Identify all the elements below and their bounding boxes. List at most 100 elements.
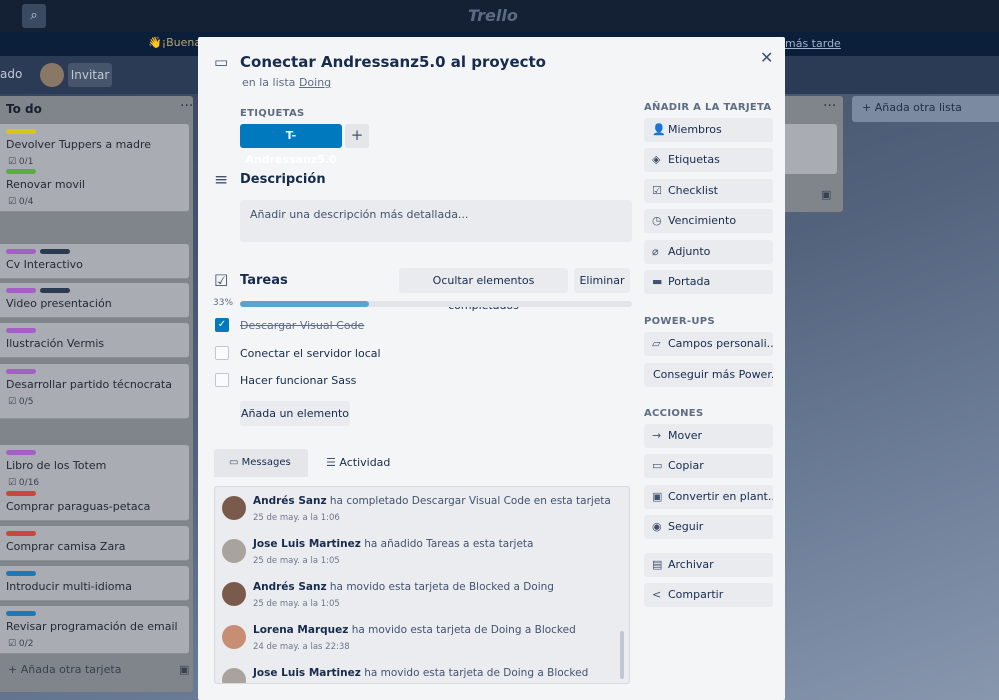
checklist-item[interactable]: Hacer funcionar Sass — [240, 374, 356, 387]
avatar[interactable] — [222, 668, 246, 683]
list-card[interactable]: Renovar movil ☑ 0/4 — [0, 164, 189, 212]
card-title: Comprar paraguas-petaca — [6, 500, 151, 513]
card-template-icon[interactable]: ▣ — [179, 663, 189, 676]
list-card[interactable]: Desarrollar partido técnocrata ☑ 0/5 — [0, 364, 189, 419]
attachment-button[interactable]: ⌀ Adjunto — [644, 240, 773, 264]
checklist-progress-label: 33% — [213, 298, 234, 308]
activity-text: Andrés Sanz ha completado Descargar Visu… — [253, 495, 611, 507]
member-avatar[interactable] — [40, 63, 64, 87]
list-card[interactable] — [785, 124, 837, 174]
hide-completed-button[interactable]: Ocultar elementos completados — [399, 268, 568, 312]
card-title: Revisar programación de email — [6, 620, 178, 633]
card-label-tag[interactable]: T- Andressanz5.0 — [240, 124, 342, 166]
avatar[interactable] — [222, 582, 246, 606]
card-template-icon[interactable]: ▣ — [821, 188, 831, 201]
activity-user[interactable]: Jose Luis Martinez — [253, 667, 361, 679]
feed-scrollbar[interactable] — [620, 631, 624, 679]
cover-button[interactable]: ▬ Portada — [644, 270, 773, 294]
list-card[interactable]: Revisar programación de email ☑ 0/2 — [0, 606, 189, 654]
list-menu-icon[interactable]: ··· — [180, 98, 193, 114]
top-bar: ⌕ Trello — [0, 0, 999, 32]
banner-link[interactable]: más tarde — [785, 37, 841, 50]
activity-user[interactable]: Jose Luis Martinez — [253, 538, 361, 550]
card-label — [6, 571, 36, 576]
invite-button[interactable]: Invitar — [68, 63, 112, 87]
list-link[interactable]: Doing — [299, 76, 331, 89]
members-button[interactable]: 👤 Miembros — [644, 118, 773, 142]
close-icon[interactable]: ✕ — [760, 48, 773, 67]
activity-user[interactable]: Andrés Sanz — [253, 495, 327, 507]
card-title[interactable]: Conectar Andressanz5.0 al proyecto — [240, 53, 546, 71]
checklist-icon: ☑ — [652, 184, 662, 197]
avatar[interactable] — [222, 625, 246, 649]
tab-messages[interactable]: ▭ Messages — [214, 449, 308, 477]
checklist-checkbox[interactable] — [215, 373, 229, 387]
checklist-checkbox[interactable] — [215, 346, 229, 360]
template-icon: ▣ — [652, 490, 663, 503]
activity-user[interactable]: Andrés Sanz — [253, 581, 327, 593]
share-icon: < — [652, 588, 662, 601]
add-list-button[interactable]: + Añada otra lista — [852, 96, 999, 122]
list-card[interactable]: Video presentación — [0, 283, 189, 318]
move-button[interactable]: → Mover — [644, 424, 773, 448]
activity-action: ha movido esta tarjeta de Blocked a Doin… — [329, 581, 554, 593]
checklist-item[interactable]: Conectar el servidor local — [240, 347, 381, 360]
search-icon[interactable]: ⌕ — [22, 4, 46, 28]
list-card[interactable]: Comprar camisa Zara — [0, 526, 189, 561]
tab-activity[interactable]: ☰ Actividad — [320, 449, 404, 477]
checklist-checkbox[interactable]: ✓ — [215, 318, 229, 332]
activity-feed[interactable]: Andrés Sanz ha completado Descargar Visu… — [214, 486, 630, 684]
board-header-text: ado — [0, 67, 23, 81]
list-title[interactable]: To do — [6, 102, 42, 116]
card-title: Renovar movil — [6, 178, 85, 191]
labels-button[interactable]: ◈ Etiquetas — [644, 148, 773, 172]
make-template-button[interactable]: ▣ Convertir en plant... — [644, 485, 773, 509]
description-heading: Descripción — [240, 172, 326, 187]
list-card[interactable]: Comprar paraguas-petaca — [0, 486, 189, 521]
checklist-item[interactable]: Descargar Visual Code — [240, 319, 364, 332]
activity-text: Jose Luis Martinez ha movido esta tarjet… — [253, 667, 588, 679]
activity-entry: Jose Luis Martinez ha añadido Tareas a e… — [215, 538, 615, 578]
activity-action: ha completado Descargar Visual Code en e… — [329, 495, 611, 507]
avatar[interactable] — [222, 496, 246, 520]
actions-heading: ACCIONES — [644, 408, 704, 419]
list-card[interactable]: Ilustración Vermis — [0, 323, 189, 358]
card-title: Video presentación — [6, 297, 112, 310]
delete-checklist-button[interactable]: Eliminar — [574, 268, 630, 293]
card-label — [40, 249, 70, 254]
list-card[interactable]: Introducir multi-idioma — [0, 566, 189, 601]
activity-entry: Jose Luis Martinez ha movido esta tarjet… — [215, 667, 615, 683]
activity-timestamp[interactable]: 25 de may. a la 1:05 — [253, 556, 340, 566]
list-card[interactable]: Cv Interactivo — [0, 244, 189, 279]
share-button[interactable]: < Compartir — [644, 583, 773, 607]
avatar[interactable] — [222, 539, 246, 563]
card-label — [6, 531, 36, 536]
activity-user[interactable]: Lorena Marquez — [253, 624, 348, 636]
copy-button[interactable]: ▭ Copiar — [644, 454, 773, 478]
clock-icon: ◷ — [652, 214, 662, 227]
activity-text: Lorena Marquez ha movido esta tarjeta de… — [253, 624, 576, 636]
card-checklist-badge: ☑ 0/5 — [8, 397, 34, 407]
checklist-button[interactable]: ☑ Checklist — [644, 179, 773, 203]
watch-button[interactable]: ◉ Seguir — [644, 515, 773, 539]
activity-timestamp[interactable]: 25 de may. a la 1:05 — [253, 599, 340, 609]
activity-timestamp[interactable]: 24 de may. a las 22:38 — [253, 642, 350, 652]
checklist-progress-bar — [240, 301, 632, 307]
list-menu-icon[interactable]: ··· — [823, 98, 836, 114]
folder-icon: ▱ — [652, 337, 661, 350]
due-date-button[interactable]: ◷ Vencimiento — [644, 209, 773, 233]
card-icon: ▭ — [214, 53, 229, 71]
list-todo: To do ··· Devolver Tuppers a madre ☑ 0/1 R… — [0, 96, 193, 692]
get-more-powerups-button[interactable]: Conseguir más Power... — [644, 363, 773, 387]
add-card-button[interactable]: + Añada otra tarjeta — [8, 663, 121, 676]
description-input[interactable]: Añadir una descripción más detallada... — [240, 200, 632, 242]
checklist-progress-fill — [240, 301, 370, 307]
archive-button[interactable]: ▤ Archivar — [644, 553, 773, 577]
add-checklist-item-button[interactable]: Añada un elemento — [240, 401, 350, 426]
activity-timestamp[interactable]: 25 de may. a la 1:06 — [253, 513, 340, 523]
custom-fields-button[interactable]: ▱ Campos personali... — [644, 332, 773, 356]
add-label-button[interactable]: + — [345, 124, 369, 148]
card-label — [6, 369, 36, 374]
card-label — [6, 129, 36, 134]
card-title: Cv Interactivo — [6, 258, 83, 271]
